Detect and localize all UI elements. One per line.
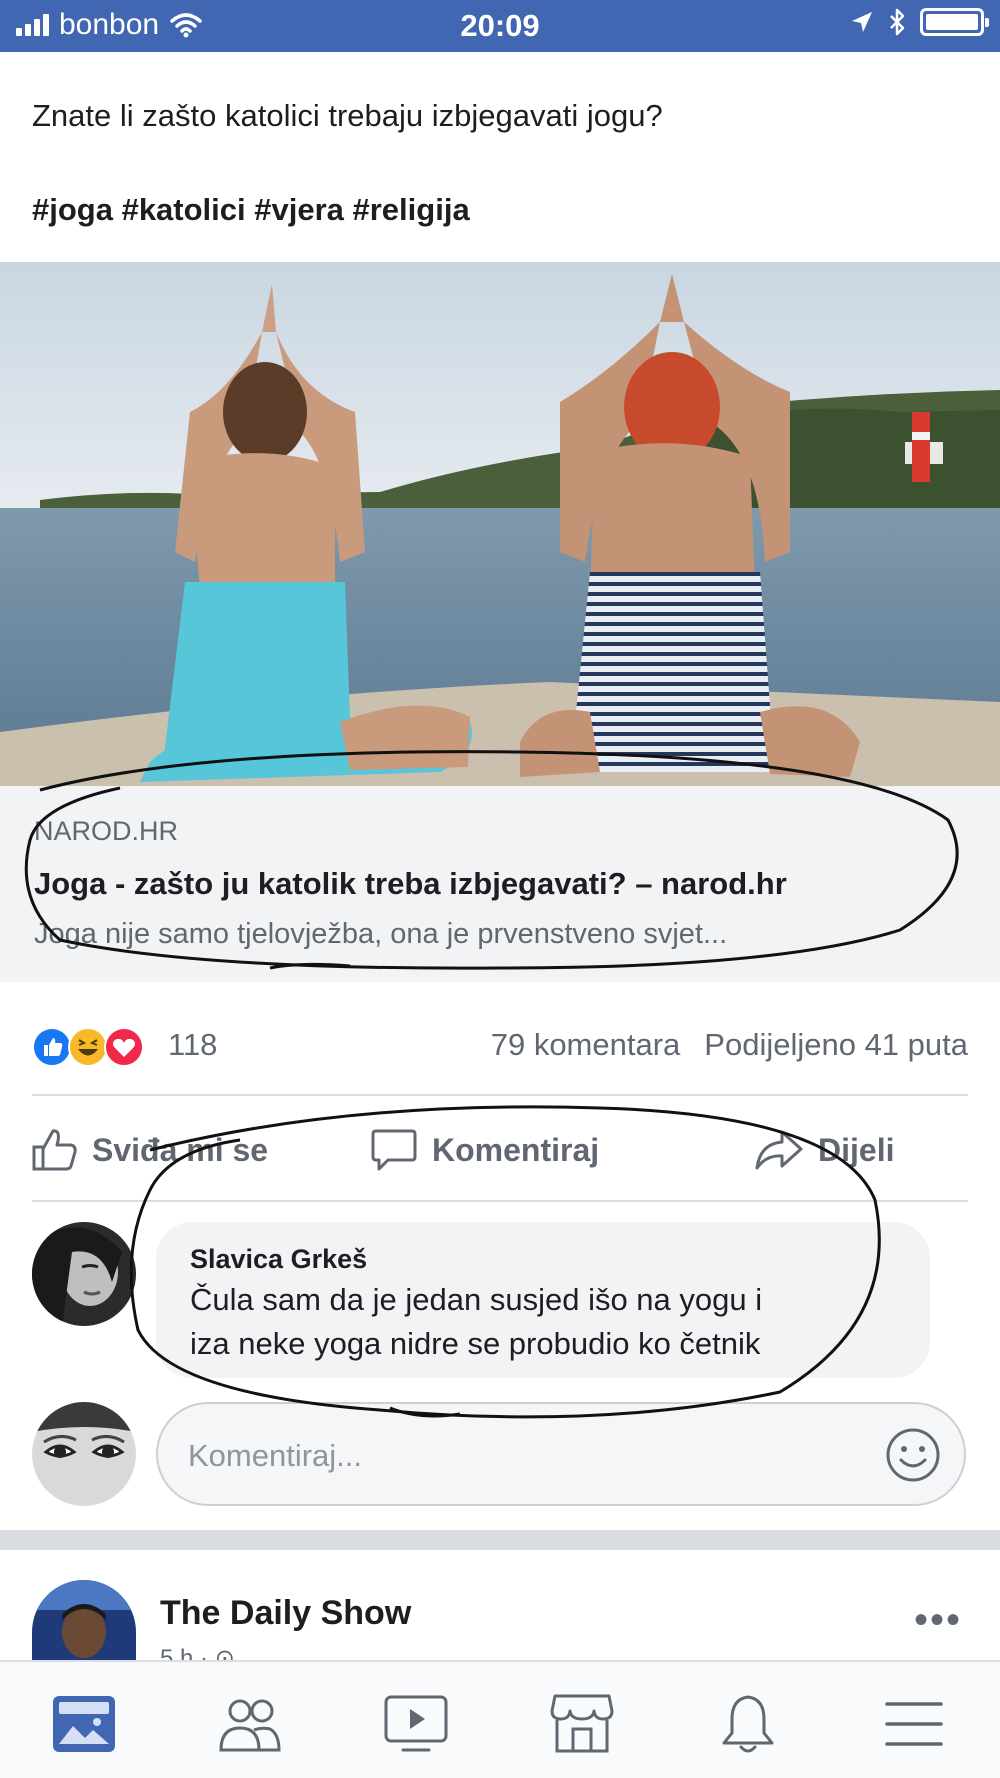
reactions-bar[interactable]: 118 79 komentara Podijeljeno 41 puta (32, 1022, 968, 1068)
commenter-avatar[interactable] (32, 1222, 136, 1326)
link-domain: NAROD.HR (34, 816, 179, 846)
tab-news-feed[interactable] (48, 1688, 120, 1760)
comment-bubble[interactable]: Slavica Grkeš Čula sam da je jedan susje… (156, 1222, 930, 1378)
friends-icon (219, 1699, 281, 1752)
thumbs-up-icon (32, 1129, 77, 1171)
page-name[interactable]: The Daily Show (160, 1594, 411, 1633)
comment-button[interactable]: Komentiraj (370, 1120, 599, 1180)
link-description: Joga nije samo tjelovježba, ona je prven… (34, 918, 728, 950)
share-button[interactable]: Dijeli (754, 1120, 894, 1180)
divider (32, 1094, 968, 1096)
tab-friends[interactable] (214, 1688, 286, 1760)
watch-icon (384, 1695, 448, 1752)
comment-input[interactable]: Komentiraj... (156, 1402, 966, 1506)
post-hashtags[interactable]: #joga #katolici #vjera #religija (32, 192, 470, 228)
notifications-icon (722, 1695, 774, 1753)
page-avatar[interactable] (32, 1580, 136, 1660)
tab-marketplace[interactable] (546, 1688, 618, 1760)
comment-author[interactable]: Slavica Grkeš (190, 1244, 367, 1275)
location-icon (852, 12, 872, 32)
like-label: Sviđa mi se (92, 1131, 269, 1168)
bluetooth-icon (890, 8, 905, 36)
comments-count[interactable]: 79 komentara (491, 1027, 681, 1062)
marketplace-icon (550, 1694, 614, 1753)
status-bar: bonbon 20:09 (0, 0, 1000, 52)
feed-separator (0, 1530, 1000, 1550)
post-text: Znate li zašto katolici trebaju izbjegav… (32, 98, 663, 133)
tab-watch[interactable] (380, 1688, 452, 1760)
divider (32, 1200, 968, 1202)
battery-icon (920, 8, 989, 36)
more-options-icon[interactable]: ••• (914, 1598, 962, 1643)
tab-bar (0, 1660, 1000, 1778)
like-icon (32, 1027, 72, 1067)
emoji-icon[interactable] (884, 1426, 942, 1484)
news-feed-icon (53, 1696, 115, 1752)
tab-notifications[interactable] (712, 1688, 784, 1760)
user-avatar (32, 1402, 136, 1506)
engagement-stats: 79 komentara Podijeljeno 41 puta (491, 1027, 968, 1063)
like-button[interactable]: Sviđa mi se (30, 1120, 268, 1180)
share-label: Dijeli (818, 1131, 895, 1168)
comment-text-line-1: Čula sam da je jedan susjed išo na yogu … (190, 1282, 763, 1317)
comment-label: Komentiraj (432, 1131, 600, 1168)
link-preview[interactable]: NAROD.HR Joga - zašto ju katolik treba i… (0, 786, 1000, 982)
post-photo[interactable] (0, 262, 1000, 786)
reaction-count: 118 (168, 1027, 218, 1062)
share-icon (755, 1130, 803, 1170)
link-title[interactable]: Joga - zašto ju katolik treba izbjegavat… (34, 866, 787, 902)
comment-text-line-2: iza neke yoga nidre se probudio ko četni… (190, 1326, 761, 1361)
haha-icon (68, 1027, 108, 1067)
love-icon (104, 1027, 144, 1067)
menu-icon (885, 1702, 943, 1746)
comment-input-placeholder: Komentiraj... (188, 1438, 363, 1473)
shares-count[interactable]: Podijeljeno 41 puta (704, 1027, 968, 1062)
post-timestamp: 5 h · ⊙ (160, 1645, 235, 1660)
comment-icon (371, 1129, 417, 1171)
yoga-photo (0, 262, 1000, 786)
reaction-icons (32, 1027, 144, 1067)
tab-menu[interactable] (878, 1688, 950, 1760)
post-actions: Sviđa mi se Komentiraj Dijeli (0, 1120, 1000, 1180)
